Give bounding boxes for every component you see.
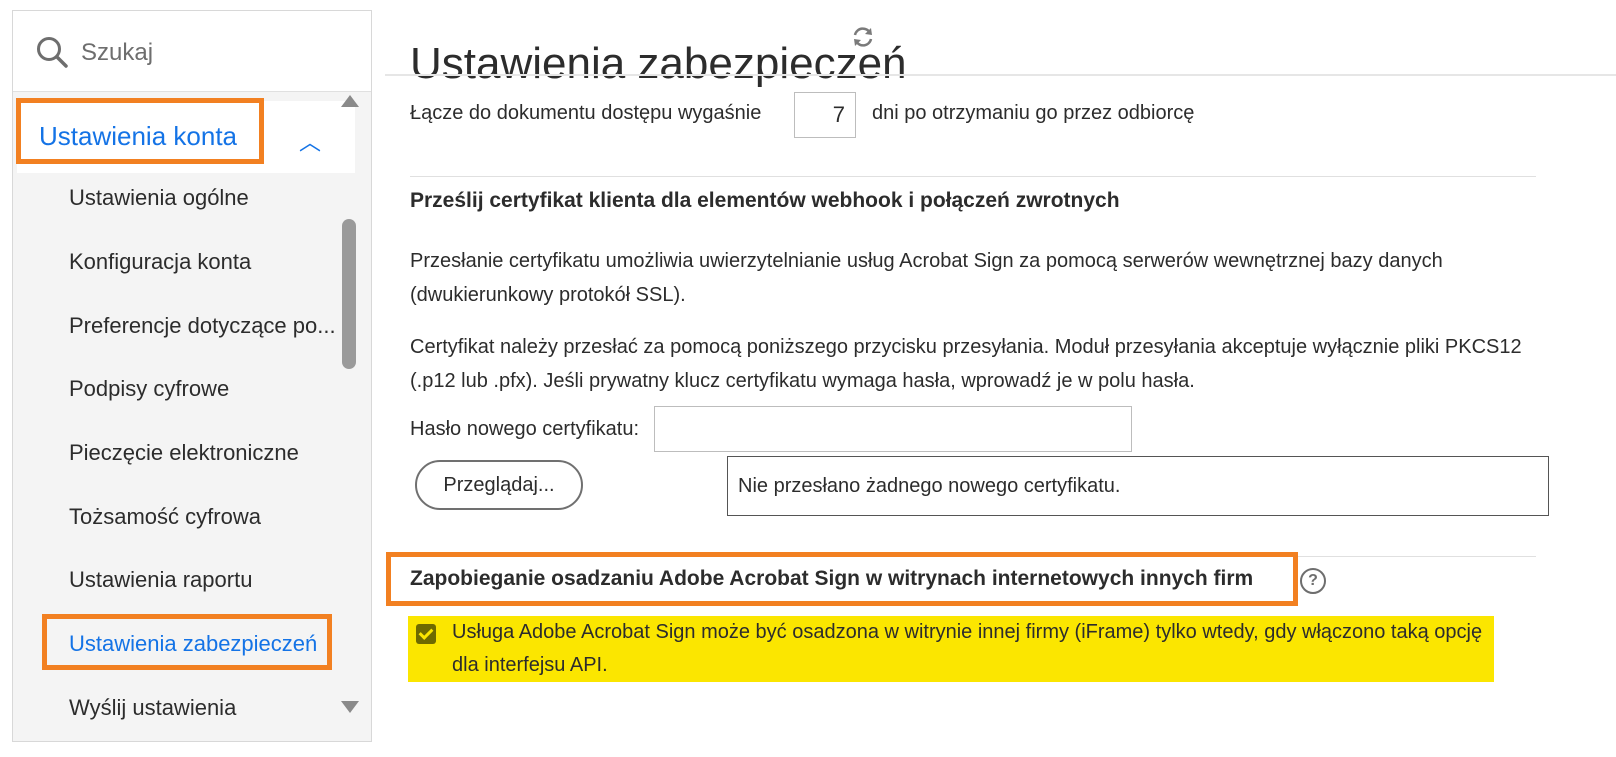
sidebar-item-report-settings[interactable]: Ustawienia raportu [69,567,339,593]
divider [385,74,1616,76]
sidebar-scrollbar-thumb[interactable] [342,219,356,369]
scroll-down-arrow-icon[interactable] [341,701,359,713]
expiry-label-prefix: Łącze do dokumentu dostępu wygaśnie [410,102,762,124]
cert-description-1: Przesłanie certyfikatu umożliwia uwierzy… [410,250,1443,306]
sidebar-item-digital-signatures[interactable]: Podpisy cyfrowe [69,376,339,402]
annotation-highlight-embed-heading [386,552,1298,606]
embed-option-label[interactable]: Usługa Adobe Acrobat Sign może być osadz… [452,616,1492,682]
cert-upload-status: Nie przesłano żadnego nowego certyfikatu… [727,456,1549,516]
search-bar [13,11,371,92]
cert-description-2: Certyfikat należy przesłać za pomocą pon… [410,336,1522,392]
annotation-highlight-security-settings [42,614,332,670]
divider [410,176,1536,177]
sidebar-item-digital-identity[interactable]: Tożsamość cyfrowa [69,504,339,530]
search-icon[interactable] [35,35,69,69]
cert-password-label: Hasło nowego certyfikatu: [410,418,640,440]
sidebar-item-send-settings[interactable]: Wyślij ustawienia [69,695,339,721]
cert-section-heading: Prześlij certyfikat klienta dla elementó… [410,189,1120,212]
expiry-days-input[interactable] [794,92,856,138]
expiry-label-suffix: dni po otrzymaniu go przez odbiorcę [872,102,1195,124]
search-input[interactable] [79,37,343,69]
refresh-icon[interactable] [850,24,876,50]
checkbox-checked-icon[interactable] [416,624,436,644]
annotation-highlight-account-settings [16,98,264,164]
scroll-up-arrow-icon[interactable] [341,95,359,107]
sidebar-item-electronic-seals[interactable]: Pieczęcie elektroniczne [69,440,339,466]
sidebar-item-preferences[interactable]: Preferencje dotyczące po... [69,313,339,339]
cert-password-input[interactable] [654,406,1132,452]
help-icon[interactable]: ? [1300,568,1326,594]
chevron-up-icon[interactable]: ︿ [299,125,321,157]
page-title: Ustawienia zabezpieczeń [410,39,907,89]
browse-button[interactable]: Przeglądaj... [415,460,583,510]
sidebar-item-account-configuration[interactable]: Konfiguracja konta [69,249,339,275]
sidebar-item-general-settings[interactable]: Ustawienia ogólne [69,185,339,211]
